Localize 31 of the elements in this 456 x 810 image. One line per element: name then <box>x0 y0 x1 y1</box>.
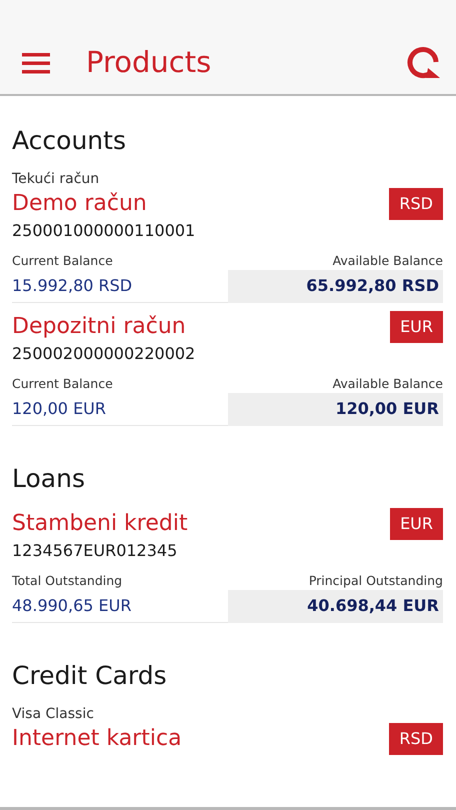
balance-label: Principal Outstanding <box>308 572 443 590</box>
product-type: Visa Classic <box>12 705 95 723</box>
product-name[interactable]: Stambeni kredit <box>12 509 188 539</box>
refresh-icon[interactable] <box>406 44 442 80</box>
currency-badge: RSD <box>389 723 443 755</box>
balance-label: Total Outstanding <box>12 572 124 590</box>
balance-value: 40.698,44 EUR <box>228 590 443 623</box>
account-number: 250002000000220002 <box>12 343 196 365</box>
product-name[interactable]: Depozitni račun <box>12 312 186 342</box>
currency-badge: RSD <box>389 188 443 220</box>
currency-badge: EUR <box>390 311 443 343</box>
balance-label: Available Balance <box>332 375 443 393</box>
menu-icon[interactable] <box>22 52 50 74</box>
balance-value: 120,00 EUR <box>228 393 443 426</box>
page-title: Products <box>86 44 212 80</box>
product-type: Tekući račun <box>12 170 100 188</box>
balance-label: Current Balance <box>12 252 114 270</box>
balance-value: 65.992,80 RSD <box>228 270 443 303</box>
balance-value: 15.992,80 RSD <box>12 270 228 303</box>
product-name[interactable]: Demo račun <box>12 189 147 219</box>
balance-label: Current Balance <box>12 375 114 393</box>
balance-label: Available Balance <box>332 252 443 270</box>
section-title: Loans <box>12 463 86 495</box>
section-title: Credit Cards <box>12 660 168 692</box>
product-name[interactable]: Internet kartica <box>12 724 182 754</box>
currency-badge: EUR <box>390 508 443 540</box>
account-number: 250001000000110001 <box>12 220 196 242</box>
balance-value: 48.990,65 EUR <box>12 590 228 623</box>
account-number: 1234567EUR012345 <box>12 540 178 562</box>
balance-value: 120,00 EUR <box>12 393 228 426</box>
section-title: Accounts <box>12 125 127 157</box>
